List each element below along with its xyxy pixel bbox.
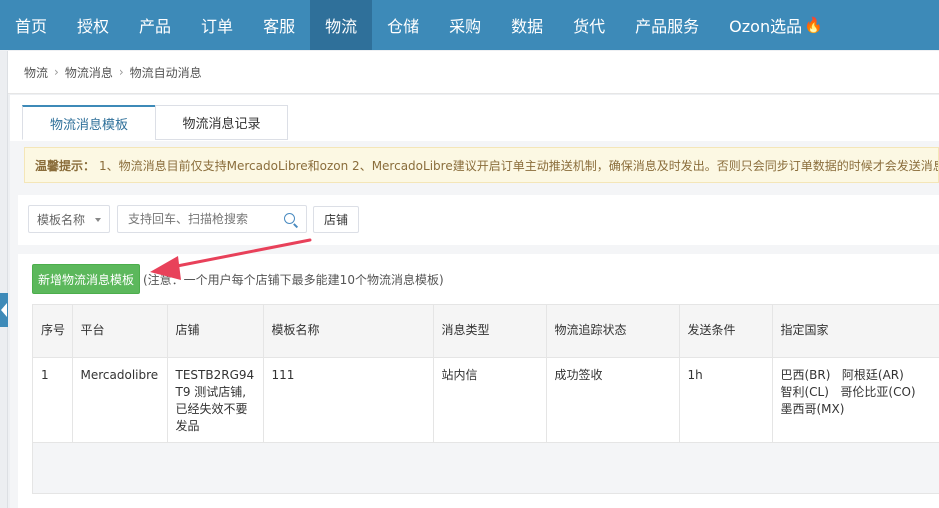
- sidebar-collapse-handle[interactable]: [0, 293, 8, 327]
- nav-label: 产品: [139, 17, 172, 36]
- breadcrumb-item-auto-messages: 物流自动消息: [129, 65, 202, 80]
- cell-message-type: 站内信: [433, 357, 547, 443]
- nav-label: 产品服务: [635, 17, 700, 36]
- nav-label: 采购: [449, 17, 482, 36]
- nav-item-freight[interactable]: 货代: [558, 0, 620, 50]
- tab-message-templates[interactable]: 物流消息模板: [22, 105, 156, 140]
- table-header-row: 序号 平台 店铺 模板名称 消息类型 物流追踪状态 发送条件 指定国家: [33, 305, 939, 358]
- country-tag: 阿根廷(AR): [841, 367, 904, 382]
- country-tag: 智利(CL): [780, 384, 829, 399]
- nav-label: 客服: [263, 17, 296, 36]
- templates-table: 序号 平台 店铺 模板名称 消息类型 物流追踪状态 发送条件 指定国家 1 Me…: [33, 305, 939, 443]
- cell-seq: 1: [33, 357, 73, 443]
- cell-template-name: 111: [263, 357, 434, 443]
- add-template-label: 新增物流消息模板: [37, 272, 134, 287]
- cell-countries: 巴西(BR) 阿根廷(AR) 智利(CL) 哥伦比亚(CO) 墨西哥(MX): [772, 357, 939, 443]
- shop-button[interactable]: 店铺: [313, 206, 359, 233]
- column-header-message-type: 消息类型: [433, 305, 547, 358]
- nav-item-data[interactable]: 数据: [496, 0, 558, 50]
- nav-label: 首页: [15, 17, 48, 36]
- tab-label: 物流消息模板: [49, 117, 128, 133]
- nav-item-orders[interactable]: 订单: [186, 0, 248, 50]
- limit-note: (注意：一个用户每个店铺下最多能建10个物流消息模板): [143, 273, 444, 287]
- warning-notice: 温馨提示： 1、物流消息目前仅支持MercadoLibre和ozon 2、Mer…: [24, 147, 939, 183]
- tab-label: 物流消息记录: [182, 117, 261, 132]
- caret-down-icon: [95, 218, 101, 222]
- add-template-button[interactable]: 新增物流消息模板: [32, 264, 140, 294]
- column-header-platform: 平台: [72, 305, 168, 358]
- nav-label: 订单: [201, 17, 234, 36]
- breadcrumb: 物流 › 物流消息 › 物流自动消息: [8, 51, 939, 94]
- country-tag: 巴西(BR): [780, 367, 831, 382]
- templates-table-wrapper: 序号 平台 店铺 模板名称 消息类型 物流追踪状态 发送条件 指定国家 1 Me…: [32, 304, 939, 494]
- notice-label: 温馨提示：: [35, 158, 96, 173]
- shop-button-label: 店铺: [323, 213, 348, 227]
- nav-item-warehouse[interactable]: 仓储: [372, 0, 434, 50]
- nav-item-customer-service[interactable]: 客服: [248, 0, 310, 50]
- top-nav: 首页 授权 产品 订单 客服 物流 仓储 采购 数据 货代 产品服务 Ozon选…: [0, 0, 939, 50]
- cell-platform: Mercadolibre: [72, 357, 168, 443]
- fire-icon: 🔥: [804, 16, 823, 34]
- nav-label: 仓储: [387, 17, 420, 36]
- cell-tracking-status: 成功签收: [546, 357, 680, 443]
- tab-message-records[interactable]: 物流消息记录: [155, 105, 288, 140]
- column-header-seq: 序号: [33, 305, 73, 358]
- nav-label: Ozon选品: [729, 17, 803, 36]
- nav-item-auth[interactable]: 授权: [62, 0, 124, 50]
- nav-label: 数据: [511, 17, 544, 36]
- notice-text: 1、物流消息目前仅支持MercadoLibre和ozon 2、MercadoLi…: [99, 158, 939, 173]
- column-header-countries: 指定国家: [772, 305, 939, 358]
- nav-label: 货代: [573, 17, 606, 36]
- country-tag: 墨西哥(MX): [780, 401, 845, 416]
- nav-item-products[interactable]: 产品: [124, 0, 186, 50]
- nav-item-home[interactable]: 首页: [0, 0, 62, 50]
- nav-item-purchasing[interactable]: 采购: [434, 0, 496, 50]
- column-header-shop: 店铺: [167, 305, 264, 358]
- table-row[interactable]: 1 Mercadolibre TESTB2RG94T9 测试店铺,已经失效不要发…: [33, 357, 939, 443]
- sidebar-strip: [0, 51, 8, 508]
- breadcrumb-item-logistics-messages[interactable]: 物流消息: [65, 64, 113, 81]
- column-header-send-condition: 发送条件: [679, 305, 773, 358]
- nav-item-logistics[interactable]: 物流: [310, 0, 373, 50]
- chevron-right-icon: ›: [118, 65, 124, 79]
- column-header-template-name: 模板名称: [263, 305, 434, 358]
- search-input[interactable]: [118, 206, 268, 232]
- nav-item-product-services[interactable]: 产品服务: [620, 0, 714, 50]
- select-value: 模板名称: [37, 212, 86, 227]
- tabs-bar: 物流消息模板 物流消息记录: [10, 95, 939, 141]
- breadcrumb-item-logistics[interactable]: 物流: [24, 64, 48, 81]
- nav-label: 授权: [77, 17, 110, 36]
- search-icon[interactable]: [284, 213, 295, 224]
- search-field[interactable]: [117, 205, 307, 233]
- nav-item-ozon-selection[interactable]: Ozon选品 🔥: [714, 0, 838, 50]
- cell-send-condition: 1h: [679, 357, 773, 443]
- country-tag: 哥伦比亚(CO): [840, 384, 916, 399]
- chevron-right-icon: ›: [54, 65, 59, 79]
- template-name-select[interactable]: 模板名称: [28, 205, 110, 233]
- cell-shop: TESTB2RG94T9 测试店铺,已经失效不要发品: [167, 357, 264, 443]
- nav-label: 物流: [325, 17, 358, 36]
- chevron-left-icon: [1, 303, 7, 317]
- column-header-tracking-status: 物流追踪状态: [546, 305, 680, 358]
